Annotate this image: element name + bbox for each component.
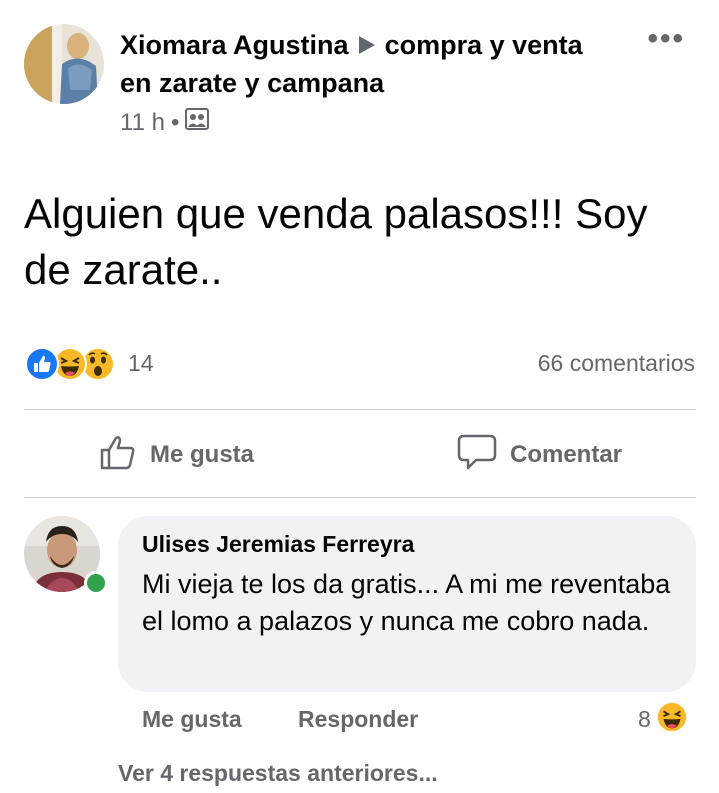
reaction-count[interactable]: 14 bbox=[128, 350, 154, 377]
comment-button[interactable]: Comentar bbox=[456, 432, 622, 478]
like-button-label: Me gusta bbox=[150, 441, 255, 468]
comment-reply-button[interactable]: Responder bbox=[298, 706, 418, 733]
haha-icon bbox=[655, 700, 689, 739]
meta-separator: • bbox=[170, 108, 180, 136]
post-header-title: Xiomara Agustina compra y venta en zarate… bbox=[120, 26, 620, 102]
comment-bubble-icon bbox=[456, 432, 498, 479]
post-meta: 11 h • bbox=[120, 108, 210, 137]
author-name[interactable]: Xiomara Agustina bbox=[120, 30, 349, 60]
online-status-indicator bbox=[84, 571, 108, 595]
more-options-icon[interactable]: ••• bbox=[647, 22, 685, 56]
divider-bottom bbox=[24, 497, 696, 498]
post-text: Alguien que venda palasos!!! Soy de zara… bbox=[24, 190, 648, 293]
comment-like-button[interactable]: Me gusta bbox=[142, 706, 242, 733]
comment-reaction-count: 8 bbox=[638, 706, 651, 732]
post-time[interactable]: 11 h bbox=[120, 109, 165, 137]
commenter-name[interactable]: Ulises Jeremias Ferreyra bbox=[142, 531, 414, 558]
comment-text: Mi vieja te los da gratis... A mi me rev… bbox=[142, 569, 686, 636]
like-icon bbox=[24, 346, 60, 387]
comment-reactions[interactable]: 8 bbox=[638, 700, 689, 739]
group-audience-icon bbox=[185, 108, 210, 137]
reaction-icons[interactable] bbox=[24, 346, 116, 386]
like-button[interactable]: Me gusta bbox=[98, 432, 254, 478]
divider-top bbox=[24, 409, 696, 410]
comment-button-label: Comentar bbox=[510, 441, 623, 468]
view-previous-replies-link[interactable]: Ver 4 respuestas anteriores... bbox=[118, 760, 438, 787]
comment-count[interactable]: 66 comentarios bbox=[538, 350, 695, 377]
author-avatar[interactable] bbox=[24, 24, 104, 104]
share-arrow-icon bbox=[358, 35, 375, 54]
thumbs-up-icon bbox=[98, 432, 138, 479]
